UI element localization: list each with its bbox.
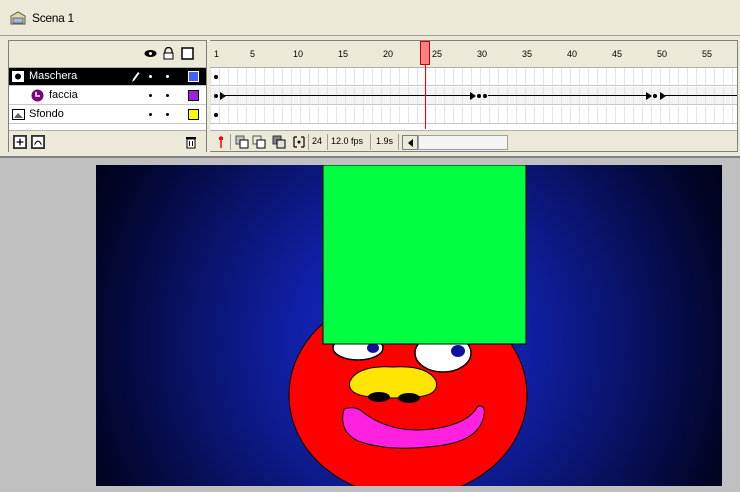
separator	[398, 134, 399, 150]
tween-arrow	[470, 92, 476, 100]
keyframe[interactable]	[477, 94, 481, 98]
tween-arrow	[646, 92, 652, 100]
ruler-label: 35	[522, 49, 533, 59]
separator	[308, 134, 309, 150]
layer-row-sfondo[interactable]: Sfondo	[9, 106, 206, 124]
onion-skin-icon[interactable]	[235, 135, 249, 149]
ruler-label: 30	[477, 49, 488, 59]
mask-square[interactable]	[322, 165, 527, 345]
keyframe[interactable]	[214, 113, 218, 117]
layer-name: Maschera	[29, 70, 78, 82]
scene-bar: Scena 1	[0, 0, 740, 36]
tween-arrow	[660, 92, 666, 100]
separator	[230, 134, 231, 150]
keyframe[interactable]	[214, 75, 218, 79]
pupil-right	[451, 345, 465, 357]
keyframe[interactable]	[653, 94, 657, 98]
keyframe[interactable]	[483, 94, 487, 98]
masked-layer-icon	[31, 89, 44, 102]
frames-scrollbar[interactable]	[418, 135, 508, 150]
ruler-label: 25	[432, 49, 443, 59]
visibility-dot[interactable]	[149, 113, 152, 116]
nostril-right	[398, 393, 420, 403]
frames-footer: 24 12.0 fps 1.9s	[210, 130, 737, 151]
playhead-line	[425, 65, 426, 129]
scene-name[interactable]: Scena 1	[32, 11, 74, 25]
layer-list: Maschera faccia Sfondo	[8, 40, 207, 152]
ruler-label: 15	[338, 49, 349, 59]
keyframe[interactable]	[214, 94, 218, 98]
ruler-label: 45	[612, 49, 623, 59]
timeline-panel: Maschera faccia Sfondo 1 5 10 15 20 25 3…	[0, 36, 740, 156]
playhead[interactable]	[420, 41, 430, 65]
layer-footer	[9, 130, 206, 152]
ruler-label: 5	[250, 49, 256, 59]
tween-line	[488, 95, 648, 96]
visibility-dot[interactable]	[149, 94, 152, 97]
eye-icon[interactable]	[144, 47, 157, 60]
ruler-label: 1	[214, 49, 220, 59]
layer-color-swatch[interactable]	[188, 109, 199, 120]
scene-icon[interactable]	[10, 11, 26, 25]
frame-row-sfondo[interactable]	[210, 106, 737, 124]
ruler-label: 55	[702, 49, 713, 59]
lock-icon[interactable]	[162, 47, 175, 60]
separator	[327, 134, 328, 150]
current-frame: 24	[312, 136, 323, 146]
lock-dot[interactable]	[166, 75, 169, 78]
add-layer-icon[interactable]	[13, 135, 27, 149]
stage-artwork	[288, 165, 528, 486]
modify-markers-icon[interactable]	[292, 135, 306, 149]
frame-row-maschera[interactable]	[210, 68, 737, 86]
nostril-left	[368, 392, 390, 402]
ruler-label: 40	[567, 49, 578, 59]
layer-icon	[12, 109, 25, 120]
outline-icon[interactable]	[181, 47, 194, 60]
lock-dot[interactable]	[166, 113, 169, 116]
lock-dot[interactable]	[166, 94, 169, 97]
tween-line	[224, 95, 474, 96]
edit-multiple-frames-icon[interactable]	[272, 135, 286, 149]
stage-area	[0, 156, 740, 492]
layer-name: faccia	[49, 89, 78, 101]
elapsed-time: 1.9s	[376, 136, 394, 146]
separator	[370, 134, 371, 150]
trash-icon[interactable]	[185, 135, 197, 149]
layer-color-swatch[interactable]	[188, 71, 199, 82]
mask-layer-icon	[12, 71, 24, 82]
layer-row-maschera[interactable]: Maschera	[9, 68, 206, 86]
frame-rate[interactable]: 12.0 fps	[331, 136, 363, 146]
nose-shape[interactable]	[348, 366, 438, 399]
layer-row-faccia[interactable]: faccia	[9, 87, 206, 105]
ruler-label: 20	[383, 49, 394, 59]
arrow-left-icon	[408, 139, 413, 147]
layer-name: Sfondo	[29, 108, 64, 120]
tween-arrow	[220, 92, 226, 100]
ruler-label: 10	[293, 49, 304, 59]
scroll-left-button[interactable]	[402, 135, 418, 150]
onion-outline-icon[interactable]	[252, 135, 266, 149]
visibility-dot[interactable]	[149, 75, 152, 78]
center-frame-icon[interactable]	[214, 135, 228, 149]
frame-ruler[interactable]: 1 5 10 15 20 25 30 35 40 45 50 55	[210, 41, 737, 68]
frame-row-faccia[interactable]	[210, 87, 737, 105]
add-guide-layer-icon[interactable]	[31, 135, 45, 149]
ruler-label: 50	[657, 49, 668, 59]
pencil-icon	[132, 72, 140, 82]
stage-canvas[interactable]	[96, 165, 722, 486]
tween-line	[665, 95, 737, 96]
frames-grid[interactable]: 1 5 10 15 20 25 30 35 40 45 50 55 24 12.…	[210, 40, 738, 152]
layer-color-swatch[interactable]	[188, 90, 199, 101]
layer-header	[9, 41, 206, 68]
